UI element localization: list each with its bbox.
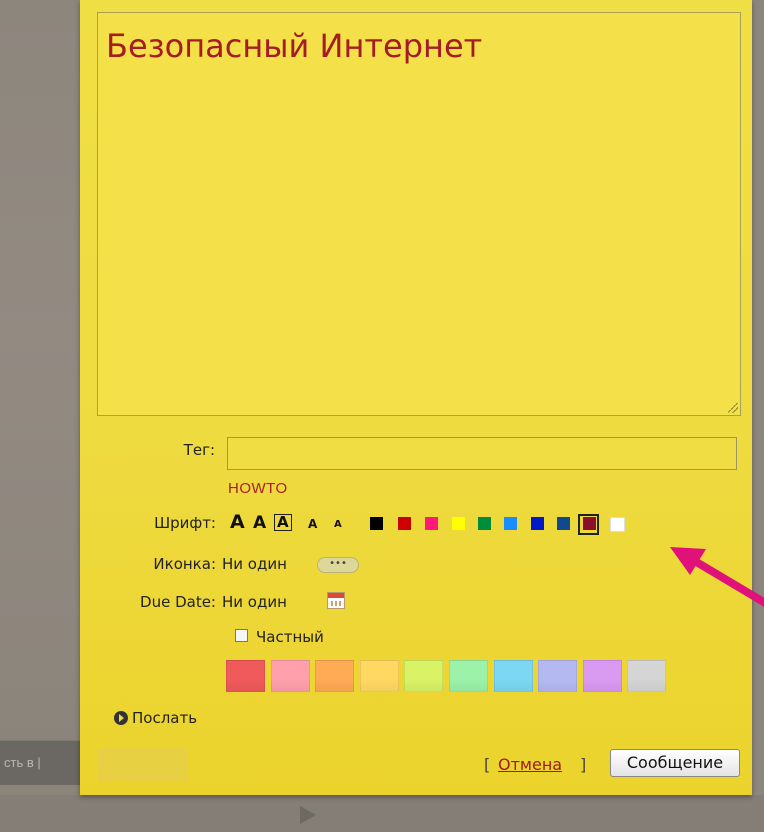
font-label: Шрифт: bbox=[154, 514, 216, 532]
cancel-link[interactable]: Отмена bbox=[498, 755, 562, 774]
background-logo bbox=[98, 748, 188, 782]
font-size-xlarge-button[interactable]: A bbox=[230, 513, 245, 532]
icon-label: Иконка: bbox=[153, 555, 216, 573]
expand-triangle-icon[interactable] bbox=[114, 711, 128, 725]
background-toolbar-strip: сть в | bbox=[0, 740, 82, 785]
submit-button[interactable]: Сообщение bbox=[610, 749, 740, 777]
sticky-note-panel: Безопасный Интернет Тег: HOWTO Шрифт: A … bbox=[80, 0, 764, 795]
font-size-small-button[interactable]: A bbox=[308, 518, 317, 530]
note-text: Безопасный Интернет bbox=[106, 27, 483, 65]
note-color-tile[interactable] bbox=[627, 660, 666, 692]
icon-value: Ни один bbox=[222, 555, 287, 573]
note-color-tile[interactable] bbox=[538, 660, 577, 692]
font-color-swatch[interactable] bbox=[425, 517, 438, 530]
font-color-swatch[interactable] bbox=[370, 517, 383, 530]
annotation-arrow-icon bbox=[670, 547, 764, 607]
note-textarea[interactable]: Безопасный Интернет bbox=[97, 12, 741, 416]
resize-grip-icon[interactable] bbox=[728, 403, 738, 413]
note-color-tile[interactable] bbox=[494, 660, 533, 692]
font-color-swatch[interactable] bbox=[557, 517, 570, 530]
background-strip-text: сть в | bbox=[4, 755, 41, 770]
due-date-value: Ни один bbox=[222, 593, 287, 611]
close-bracket: ] bbox=[580, 755, 587, 774]
font-color-swatch[interactable] bbox=[452, 517, 465, 530]
private-checkbox[interactable] bbox=[235, 629, 248, 642]
font-color-swatch[interactable] bbox=[478, 517, 491, 530]
background-right bbox=[752, 0, 764, 832]
note-color-tile[interactable] bbox=[583, 660, 622, 692]
open-bracket: [ bbox=[484, 755, 491, 774]
calendar-icon[interactable] bbox=[327, 592, 345, 609]
background-play-icon bbox=[300, 806, 316, 824]
font-size-medium-button[interactable]: A bbox=[274, 514, 292, 531]
tag-label: Тег: bbox=[183, 441, 215, 459]
note-color-tile[interactable] bbox=[404, 660, 443, 692]
private-label: Частный bbox=[256, 628, 324, 646]
due-date-label: Due Date: bbox=[140, 593, 216, 611]
font-color-swatch[interactable] bbox=[610, 517, 625, 532]
tag-input[interactable] bbox=[227, 437, 737, 470]
icon-picker-button[interactable]: ••• bbox=[317, 557, 359, 573]
note-color-tile[interactable] bbox=[449, 660, 488, 692]
selected-color-outline bbox=[578, 514, 599, 535]
send-toggle[interactable]: Послать bbox=[132, 709, 197, 727]
note-color-tile[interactable] bbox=[226, 660, 265, 692]
background-bottom bbox=[0, 795, 764, 832]
tag-suggestion[interactable]: HOWTO bbox=[228, 480, 288, 497]
font-color-swatch[interactable] bbox=[398, 517, 411, 530]
note-color-tile[interactable] bbox=[360, 660, 399, 692]
font-color-swatch[interactable] bbox=[504, 517, 517, 530]
note-color-tile[interactable] bbox=[271, 660, 310, 692]
note-color-tile[interactable] bbox=[315, 660, 354, 692]
font-size-xsmall-button[interactable]: A bbox=[334, 520, 342, 530]
background-left bbox=[0, 0, 80, 832]
font-color-swatch[interactable] bbox=[531, 517, 544, 530]
font-size-large-button[interactable]: A bbox=[253, 515, 266, 532]
